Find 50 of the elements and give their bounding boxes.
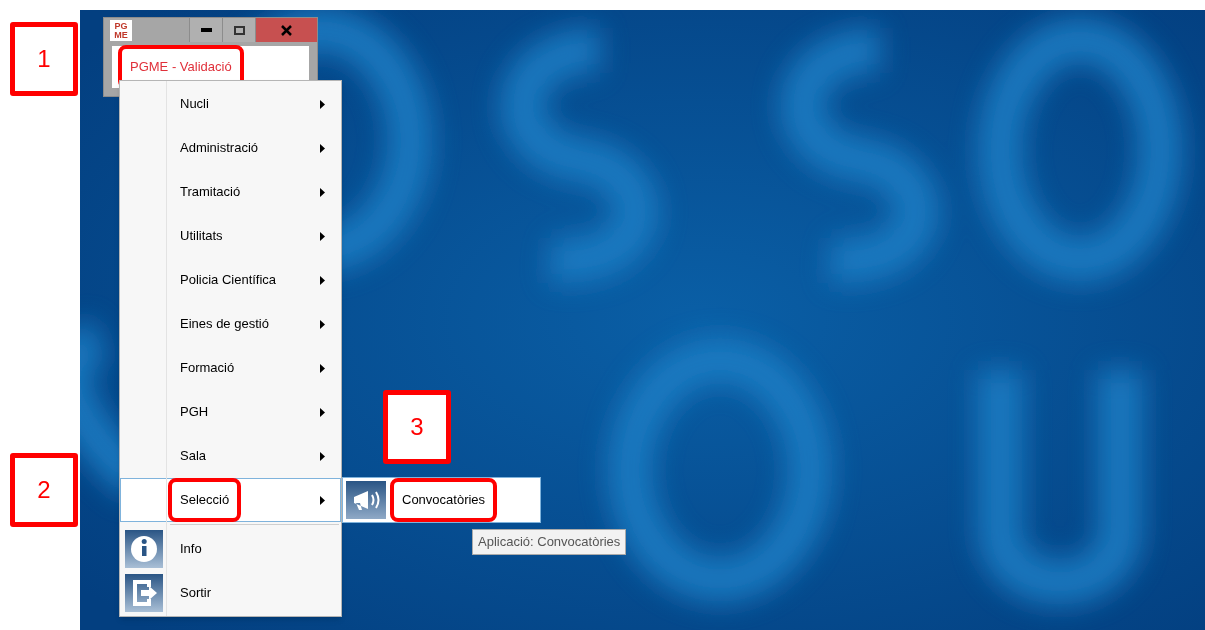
menu-item-label: Tramitació [180, 184, 241, 200]
submenu-arrow-icon [320, 319, 325, 329]
menu-item-label: PGH [180, 404, 209, 420]
submenu-arrow-icon [320, 231, 325, 241]
menu-item[interactable]: Selecció [120, 478, 341, 522]
maximize-icon [233, 25, 245, 35]
submenu-arrow-icon [320, 407, 325, 417]
submenu-arrow-icon [320, 187, 325, 197]
submenu-arrow-icon [320, 275, 325, 285]
info-icon [125, 530, 163, 568]
menu-item-label: Sala [180, 448, 207, 464]
menu-item[interactable]: Sortir [120, 571, 341, 615]
menu-item[interactable]: Administració [120, 126, 341, 170]
tooltip: Aplicació: Convocatòries [472, 529, 627, 555]
close-button[interactable] [255, 18, 317, 42]
menu-item[interactable]: Policia Científica [120, 258, 341, 302]
menu-item-label: Policia Científica [180, 272, 277, 288]
callout-number: 1 [10, 22, 78, 96]
minimize-button[interactable] [189, 18, 222, 42]
submenu-arrow-icon [320, 363, 325, 373]
menu-item[interactable]: PGH [120, 390, 341, 434]
submenu-arrow-icon [320, 143, 325, 153]
maximize-button[interactable] [222, 18, 255, 42]
menu-item[interactable]: Info [120, 527, 341, 571]
menu-item[interactable]: Formació [120, 346, 341, 390]
callout-number: 3 [383, 390, 451, 464]
submenu-item[interactable]: Convocatòries [346, 481, 537, 519]
submenu-item-label: Convocatòries [402, 492, 486, 508]
menu-item-label: Nucli [180, 96, 209, 112]
megaphone-icon [346, 481, 386, 519]
title-text: PGME - Validació [130, 59, 232, 75]
menu-item-label: Selecció [180, 492, 230, 508]
menu-item[interactable]: Tramitació [120, 170, 341, 214]
menu-item-label: Administració [180, 140, 259, 156]
menu-item-label: Sortir [180, 585, 212, 601]
app-logo: PG ME [110, 20, 132, 41]
menu-item-label: Info [180, 541, 202, 557]
minimize-icon [200, 28, 212, 32]
menu-item-label: Formació [180, 360, 235, 376]
menu-item-label: Eines de gestió [180, 316, 269, 332]
submenu-arrow-icon [320, 99, 325, 109]
menu-item[interactable]: Eines de gestió [120, 302, 341, 346]
exit-icon [125, 574, 163, 612]
submenu-arrow-icon [320, 495, 325, 505]
submenu-arrow-icon [320, 451, 325, 461]
close-icon [281, 24, 292, 36]
menu-item[interactable]: Sala [120, 434, 341, 478]
menu-item-label: Utilitats [180, 228, 223, 244]
menu-item[interactable]: Utilitats [120, 214, 341, 258]
callout-number: 2 [10, 453, 78, 527]
